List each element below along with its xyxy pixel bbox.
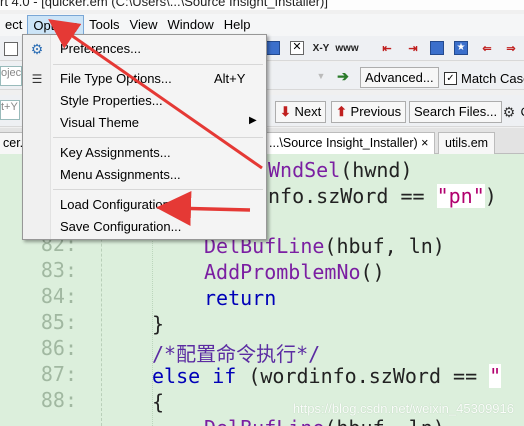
line-number: 88: [40,388,77,412]
code-string: "pn" [436,184,485,208]
menu-item-label: Visual Theme [60,115,140,130]
code-token: (hbuf, ln) [324,234,445,258]
next-label: Next [294,104,322,119]
code-string: " [489,364,502,388]
overflow-icon[interactable]: C [516,103,524,121]
toolbar-star-icon[interactable]: ★ [452,39,470,57]
code-line: /*配置命令执行*/ [152,338,320,367]
menu-item-key-assignments[interactable]: Key Assignments... [23,142,266,164]
down-arrow-icon: ⬇ [280,104,291,119]
menu-item-shortcut: Alt+Y [214,71,246,86]
toolbar-close-x-icon[interactable]: ✕ [288,39,306,57]
menu-separator [53,137,263,138]
line-number: 84: [40,284,77,308]
code-keyword: return [204,286,277,310]
toolbar-forward-icon[interactable]: ⇒ [502,39,520,57]
code-line: return [204,286,276,310]
code-token: nfo.szWord == [268,184,437,208]
match-case-checkbox[interactable]: ✓ Match Case [444,71,524,86]
code-comment: /*配置命令执行*/ [152,342,321,366]
toolbar-jump-icon[interactable]: ⇥ [404,39,422,57]
toolbar-xy-icon[interactable]: X-Y [312,39,330,57]
menu-item-label: Style Properties... [60,93,163,108]
code-token: ) [484,184,497,208]
code-token: AddPromblemNo [204,260,361,284]
toolbar-bookmark-icon[interactable]: ⇤ [378,39,396,57]
code-line: else if (wordinfo.szWord == " [152,364,502,388]
code-line: nfo.szWord == "pn") [268,184,497,208]
options-dropdown-menu: ⚙ Preferences... ☰ File Type Options... … [22,34,267,240]
watermark: https://blog.csdn.net/weixin_45309916 [292,401,514,416]
code-line: } [152,312,164,336]
menu-item-label: Key Assignments... [60,145,171,160]
left-field[interactable]: t+Y [0,100,20,120]
toolbar-window-icon[interactable] [428,39,446,57]
menu-item-label: File Type Options... [60,71,172,86]
tab-utils-em[interactable]: utils.em [438,132,496,154]
code-token: (hbuf, ln) [324,416,444,426]
code-keyword: else if [152,364,237,388]
window-title: rt 4.0 - [quicker.em (C:\Users\...\Sourc… [0,0,329,9]
gear-icon: ⚙ [30,40,44,57]
search-files-button[interactable]: Search Files... [409,101,503,123]
checkmark-icon: ✓ [444,72,457,85]
menu-window[interactable]: Window [162,15,218,35]
dropdown-chevron-icon[interactable]: ▼ [312,67,330,85]
toolbar-www-icon[interactable]: www [335,39,358,57]
code-token: (wordinfo.szWord == [236,364,490,388]
previous-button[interactable]: ⬆ Previous [331,101,407,123]
menu-separator [53,64,263,65]
menu-item-load-configuration[interactable]: Load Configuration... [23,194,266,216]
code-line: AddPromblemNo() [204,260,385,284]
menu-project[interactable]: ect [0,15,27,35]
menu-view[interactable]: View [125,15,163,35]
menu-separator [53,189,263,190]
menu-item-label: Preferences... [60,41,141,56]
previous-label: Previous [350,104,402,119]
menu-bar: ect Options Tools View Window Help [0,14,524,36]
list-icon: ☰ [31,72,43,86]
toolbar-edge-icon[interactable] [2,40,20,58]
menu-item-file-type-options[interactable]: ☰ File Type Options... Alt+Y [23,68,266,90]
menu-item-visual-theme[interactable]: Visual Theme ▶ [23,112,266,134]
next-button[interactable]: ⬇ Next [275,101,327,123]
search-input[interactable]: ojec [0,66,22,86]
up-arrow-icon: ⬆ [336,104,347,119]
menu-item-label: Save Configuration... [60,219,182,234]
menu-help[interactable]: Help [219,15,256,35]
go-arrow-icon[interactable]: ➔ [334,67,352,85]
line-number: 86: [40,336,77,360]
line-number: 87: [40,362,77,386]
code-line: { [152,390,164,414]
line-number: 85: [40,310,77,334]
menu-item-label: Load Configuration... [60,197,181,212]
window-title-bar: rt 4.0 - [quicker.em (C:\Users\...\Sourc… [0,0,524,10]
menu-options[interactable]: Options [27,15,85,35]
code-token: WndSel [268,158,341,182]
menu-item-style-properties[interactable]: Style Properties... [23,90,266,112]
submenu-arrow-icon: ▶ [249,115,257,126]
match-case-label: Match Case [461,71,524,86]
tab-source-insight-installer[interactable]: ...\Source Insight_Installer) × [262,132,436,154]
menu-tools[interactable]: Tools [84,15,124,35]
line-number: 83: [40,258,77,282]
code-token: () [360,260,385,284]
menu-item-save-configuration[interactable]: Save Configuration... [23,216,266,238]
toolbar-back-icon[interactable]: ⇐ [478,39,496,57]
menu-item-preferences[interactable]: ⚙ Preferences... [23,38,266,60]
menu-item-menu-assignments[interactable]: Menu Assignments... [23,164,266,186]
code-token: } [152,312,165,336]
code-line: WndSel(hwnd) [268,158,413,182]
code-token: DelBufLine [204,416,324,426]
code-line: DelBufLine(hbuf, ln) [204,416,445,426]
advanced-button[interactable]: Advanced... [360,67,439,88]
menu-item-label: Menu Assignments... [60,167,181,182]
code-token: { [152,390,165,414]
code-token: (hwnd) [340,158,413,182]
